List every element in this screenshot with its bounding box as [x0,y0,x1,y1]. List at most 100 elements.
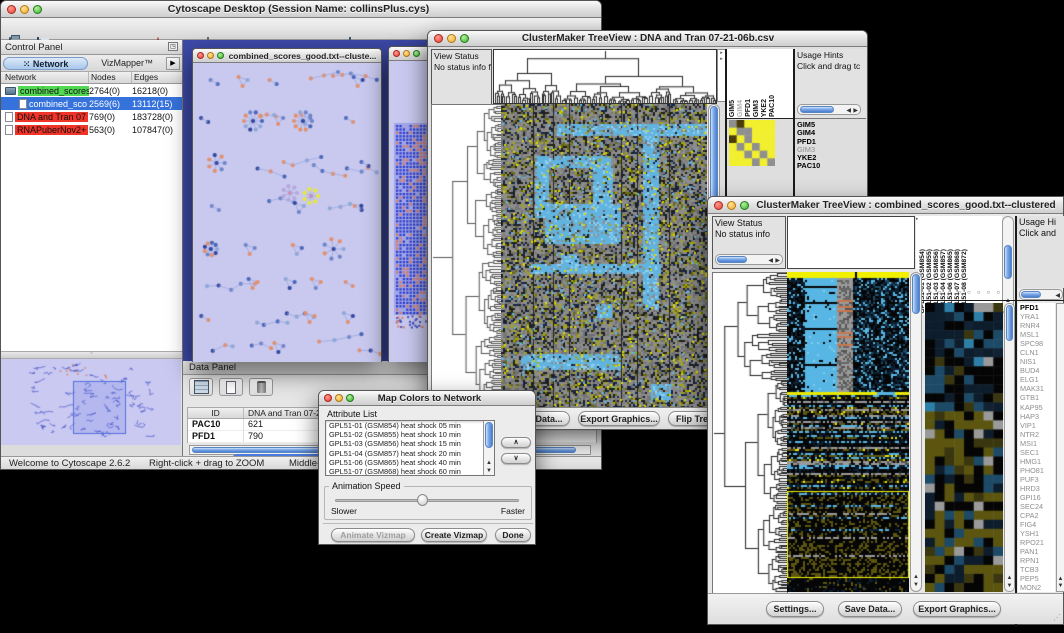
close-icon[interactable] [434,34,443,43]
gene-label[interactable]: GTB1 [1020,393,1055,402]
network-overview[interactable] [1,359,182,445]
treeview2-zoom-vscrollbar[interactable]: ▲▼ [1004,303,1015,592]
gene-label[interactable]: PUF3 [1020,475,1055,484]
close-icon[interactable] [7,5,16,14]
zoom-window-icon[interactable] [217,52,224,59]
export-graphics-button[interactable]: Export Graphics... [578,411,660,426]
attribute-list-vscrollbar[interactable]: ▲ ▼ [483,421,494,475]
slider-thumb[interactable] [417,494,428,506]
animate-vizmap-button[interactable]: Animate Vizmap [331,528,415,542]
treeview1-titlebar[interactable]: ClusterMaker TreeView : DNA and Tran 07-… [428,31,867,47]
treeview2-column-dendrogram[interactable] [787,216,915,269]
gene-label[interactable]: KAP95 [1020,403,1055,412]
zoom-window-icon[interactable] [460,34,469,43]
create-vizmap-button[interactable]: Create Vizmap [421,528,487,542]
minimize-icon[interactable] [447,34,456,43]
panel-splitter[interactable]: ⌃ [1,351,182,359]
zoom-window-icon[interactable] [346,394,354,402]
gene-label[interactable]: FIG4 [1020,520,1055,529]
treeview1-row-dendrogram[interactable] [431,104,503,411]
gene-label[interactable]: HMG1 [1020,457,1055,466]
gene-label[interactable]: PAC10 [797,162,857,170]
gene-label[interactable]: PEP5 [1020,574,1055,583]
gene-label[interactable]: SEC24 [1020,502,1055,511]
gene-label[interactable]: CPA2 [1020,511,1055,520]
usage-hints-hscrollbar[interactable]: ◀▶ [797,104,861,115]
attribute-item[interactable]: GPL51-04 (GSM857) heat shock 20 min [326,449,494,458]
treeview1-heatmap[interactable] [501,104,707,409]
gene-label[interactable]: PFD1 [1020,303,1055,312]
column-label[interactable]: PFD1 [745,99,752,117]
gene-label[interactable]: SPC98 [1020,339,1055,348]
gene-label[interactable]: HRD3 [1020,484,1055,493]
treeview1-correlation-heatmap[interactable] [729,120,775,166]
column-label[interactable]: GIM4 [737,100,744,117]
attribute-item[interactable]: GPL51-01 (GSM854) heat shock 05 min [326,421,494,430]
close-icon[interactable] [393,50,400,57]
gene-label[interactable]: TCB3 [1020,565,1055,574]
minimize-icon[interactable] [335,394,343,402]
export-graphics-button[interactable]: Export Graphics... [913,601,1001,617]
col-edges[interactable]: Edges [132,72,182,83]
delete-attribute-icon[interactable] [249,378,273,396]
attribute-item[interactable]: GPL51-02 (GSM855) heat shock 10 min [326,430,494,439]
treeview2-row-dendrogram[interactable] [712,272,788,594]
gene-label[interactable]: ELG1 [1020,375,1055,384]
minimize-icon[interactable] [403,50,410,57]
gene-label[interactable]: RPO21 [1020,538,1055,547]
treeview2-genelist-vscrollbar[interactable]: ▲▼ [1056,303,1064,592]
network-view-titlebar[interactable]: combined_scores_good.txt--cluste... [193,49,381,63]
gene-label[interactable]: CLN1 [1020,348,1055,357]
column-label[interactable]: YKE2 [761,99,768,117]
save-data-button[interactable]: Save Data... [838,601,902,617]
gene-label[interactable]: RNR4 [1020,321,1055,330]
gene-label[interactable]: MAK31 [1020,384,1055,393]
gene-label[interactable]: MON2 [1020,583,1055,592]
gene-label[interactable]: PHO81 [1020,466,1055,475]
network-tree-row[interactable]: DNA and Tran 07769(0)183728(0) [1,110,182,123]
network-canvas[interactable] [193,63,381,362]
network-tree-row[interactable]: RNAPuberNov2+563(0)107847(0) [1,123,182,136]
zoom-window-icon[interactable] [413,50,420,57]
attribute-item[interactable]: GPL51-06 (GSM865) heat shock 40 min [326,458,494,467]
float-panel-icon[interactable]: ◳ [168,42,178,51]
settings-button[interactable]: Settings... [766,601,824,617]
gene-label[interactable]: YSH1 [1020,529,1055,538]
tab-more-icon[interactable]: ▶ [166,57,180,70]
gene-label[interactable]: MSI1 [1020,439,1055,448]
attribute-item[interactable]: GPL51-03 (GSM856) heat shock 15 min [326,439,494,448]
minimize-icon[interactable] [207,52,214,59]
treeview2-heatmap[interactable] [787,272,909,592]
zoom-window-icon[interactable] [33,5,42,14]
gene-label[interactable]: YRA1 [1020,312,1055,321]
treeview2-titlebar[interactable]: ClusterMaker TreeView : combined_scores_… [708,197,1063,214]
move-down-button[interactable]: ∨ [501,453,531,464]
column-label[interactable]: PAC10 [769,95,776,117]
gene-label[interactable]: VIP1 [1020,421,1055,430]
main-titlebar[interactable]: Cytoscape Desktop (Session Name: collins… [1,1,601,18]
treeview2-zoom-heatmap[interactable] [925,303,1003,592]
col-nodes[interactable]: Nodes [89,72,132,83]
gene-label[interactable]: MSL1 [1020,330,1055,339]
treeview2-heatmap-vscrollbar[interactable]: ▲▼ [910,272,922,592]
move-up-button[interactable]: ∧ [501,437,531,448]
column-label[interactable]: GIM5 [729,100,736,117]
network-tree-row[interactable]: combined_scores2764(0)16218(0) [1,84,182,97]
zoom-window-icon[interactable] [740,201,749,210]
close-icon[interactable] [714,201,723,210]
gene-label[interactable]: PAN1 [1020,547,1055,556]
gene-label[interactable]: BUD4 [1020,366,1055,375]
network-tree-row[interactable]: combined_sco2569(6)13112(15) [1,97,182,110]
tab-vizmapper[interactable]: VizMapper™ [89,57,165,70]
data-col-id[interactable]: ID [188,408,244,418]
gene-label[interactable]: NTR2 [1020,430,1055,439]
gene-label[interactable]: SEC1 [1020,448,1055,457]
gene-label[interactable]: NIS1 [1020,357,1055,366]
resize-grip[interactable]: ⋰ [1053,613,1061,622]
minimize-icon[interactable] [20,5,29,14]
attribute-item[interactable]: GPL51-07 (GSM868) heat shock 60 min [326,467,494,476]
gene-label[interactable]: GPI16 [1020,493,1055,502]
minimize-icon[interactable] [727,201,736,210]
col-network[interactable]: Network [1,72,89,83]
view-status-hscrollbar[interactable]: ◀▶ [715,254,783,265]
